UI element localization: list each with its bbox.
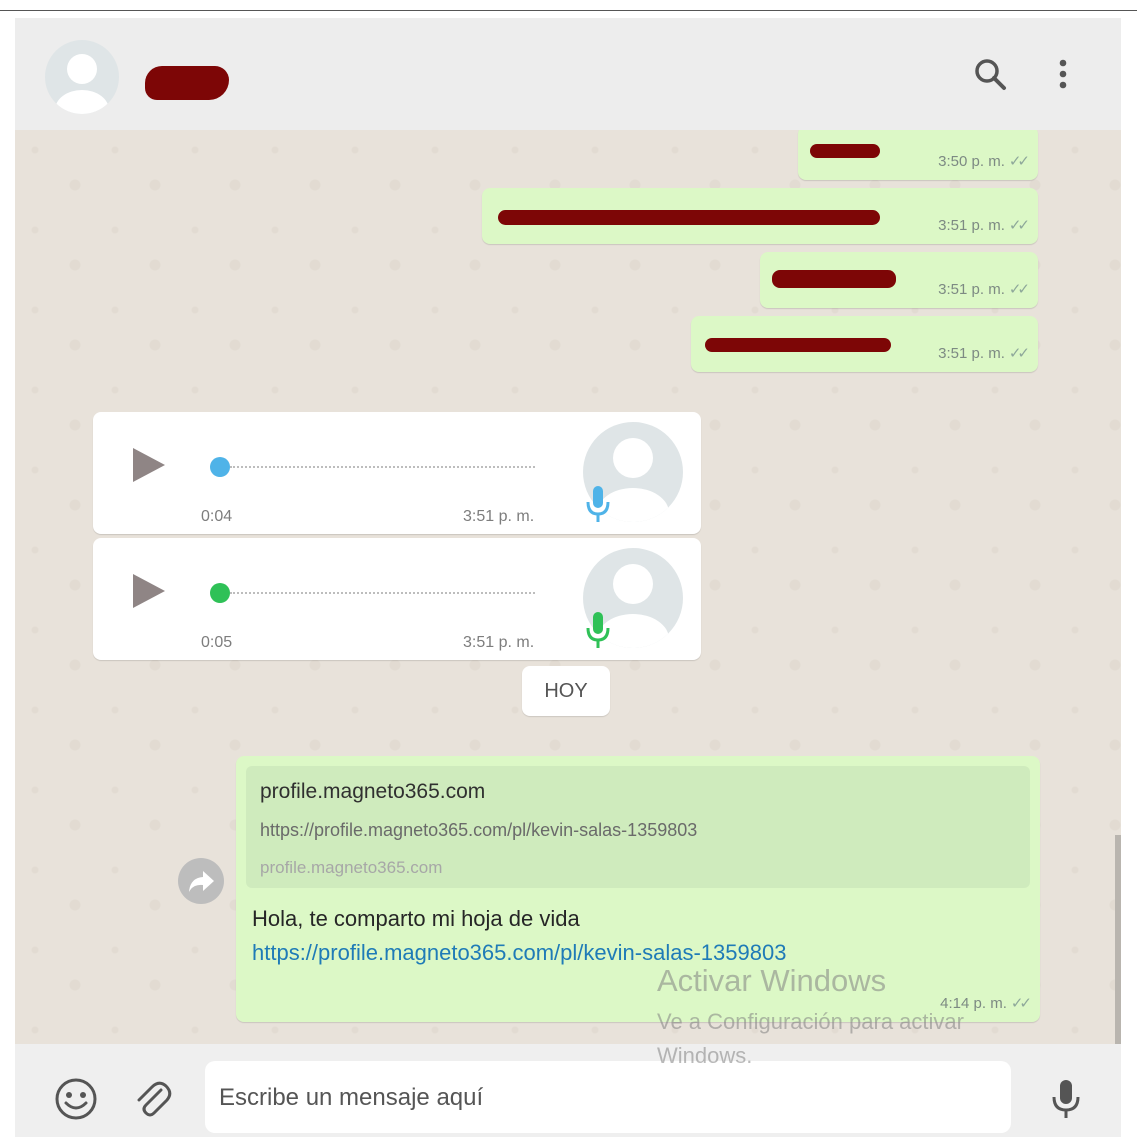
- link-preview-card[interactable]: profile.magneto365.com https://profile.m…: [246, 766, 1030, 888]
- message-meta: 3:50 p. m. ✓✓: [938, 152, 1030, 170]
- message-time: 3:51 p. m.: [938, 281, 1005, 298]
- voice-message[interactable]: 0:04 3:51 p. m.: [93, 412, 701, 534]
- message-input-container: [205, 1061, 1011, 1135]
- contact-name-redacted[interactable]: [145, 66, 229, 100]
- audio-progress-handle[interactable]: [210, 583, 230, 603]
- message-meta: 4:14 p. m. ✓✓: [940, 994, 1032, 1012]
- outgoing-message[interactable]: 3:51 p. m. ✓✓: [482, 188, 1038, 244]
- message-time: 3:51 p. m.: [938, 217, 1005, 234]
- preview-url: https://profile.magneto365.com/pl/kevin-…: [260, 820, 698, 840]
- audio-duration: 0:04: [201, 508, 233, 525]
- message-text: Hola, te comparto mi hoja de vida: [252, 906, 580, 931]
- voice-message[interactable]: 0:05 3:51 p. m.: [93, 538, 701, 660]
- voice-record-icon[interactable]: [1043, 1076, 1089, 1122]
- avatar-head: [613, 438, 653, 478]
- microphone-icon: [586, 612, 610, 648]
- redacted-text: [705, 338, 891, 352]
- redacted-text: [772, 270, 896, 288]
- message-list[interactable]: 3:50 p. m. ✓✓ 3:51 p. m. ✓✓ 3:51 p. m. ✓✓ 3…: [15, 130, 1121, 1044]
- attach-icon[interactable]: [129, 1076, 175, 1122]
- read-ticks-icon: ✓✓: [1008, 345, 1030, 362]
- message-meta: 3:51 p. m. ✓✓: [938, 344, 1030, 362]
- redacted-text: [810, 144, 880, 158]
- search-icon[interactable]: [972, 56, 1008, 92]
- message-meta: 3:51 p. m. ✓✓: [938, 280, 1030, 298]
- audio-track[interactable]: [230, 592, 535, 594]
- avatar-head: [67, 54, 97, 84]
- read-ticks-icon: ✓✓: [1010, 995, 1032, 1012]
- outgoing-message[interactable]: 3:51 p. m. ✓✓: [760, 252, 1038, 308]
- message-meta: 3:51 p. m. ✓✓: [938, 216, 1030, 234]
- outgoing-message[interactable]: 3:51 p. m. ✓✓: [691, 316, 1038, 372]
- message-body: Hola, te comparto mi hoja de vida https:…: [252, 902, 786, 970]
- redacted-text: [498, 210, 880, 225]
- message-time: 3:51 p. m.: [463, 634, 535, 651]
- message-time: 3:51 p. m.: [463, 508, 535, 525]
- contact-avatar[interactable]: [45, 40, 119, 114]
- message-input[interactable]: [217, 1061, 1001, 1135]
- avatar-head: [613, 564, 653, 604]
- preview-title: profile.magneto365.com: [260, 780, 486, 803]
- message-time: 4:14 p. m.: [940, 995, 1007, 1012]
- read-ticks-icon: ✓✓: [1008, 217, 1030, 234]
- top-divider: [0, 10, 1137, 11]
- read-ticks-icon: ✓✓: [1008, 281, 1030, 298]
- message-time: 3:50 p. m.: [938, 153, 1005, 170]
- audio-track[interactable]: [230, 466, 535, 468]
- play-icon[interactable]: [133, 574, 165, 608]
- emoji-icon[interactable]: [53, 1076, 99, 1122]
- message-link[interactable]: https://profile.magneto365.com/pl/kevin-…: [252, 936, 786, 970]
- link-message[interactable]: profile.magneto365.com https://profile.m…: [236, 756, 1040, 1022]
- play-icon[interactable]: [133, 448, 165, 482]
- avatar-body: [55, 90, 109, 114]
- scrollbar[interactable]: [1115, 835, 1121, 1044]
- preview-domain: profile.magneto365.com: [260, 858, 443, 877]
- chat-window: 3:50 p. m. ✓✓ 3:51 p. m. ✓✓ 3:51 p. m. ✓✓ 3…: [15, 18, 1121, 1137]
- chat-header: [15, 18, 1121, 130]
- microphone-icon: [586, 486, 610, 522]
- read-ticks-icon: ✓✓: [1008, 153, 1030, 170]
- audio-progress-handle[interactable]: [210, 457, 230, 477]
- composer-bar: [15, 1044, 1121, 1137]
- audio-duration: 0:05: [201, 634, 233, 651]
- menu-dots-icon[interactable]: [1045, 56, 1081, 92]
- date-divider: HOY: [522, 666, 610, 716]
- message-time: 3:51 p. m.: [938, 345, 1005, 362]
- forward-button[interactable]: [178, 858, 224, 904]
- outgoing-message[interactable]: 3:50 p. m. ✓✓: [798, 130, 1038, 180]
- forward-icon: [189, 871, 214, 892]
